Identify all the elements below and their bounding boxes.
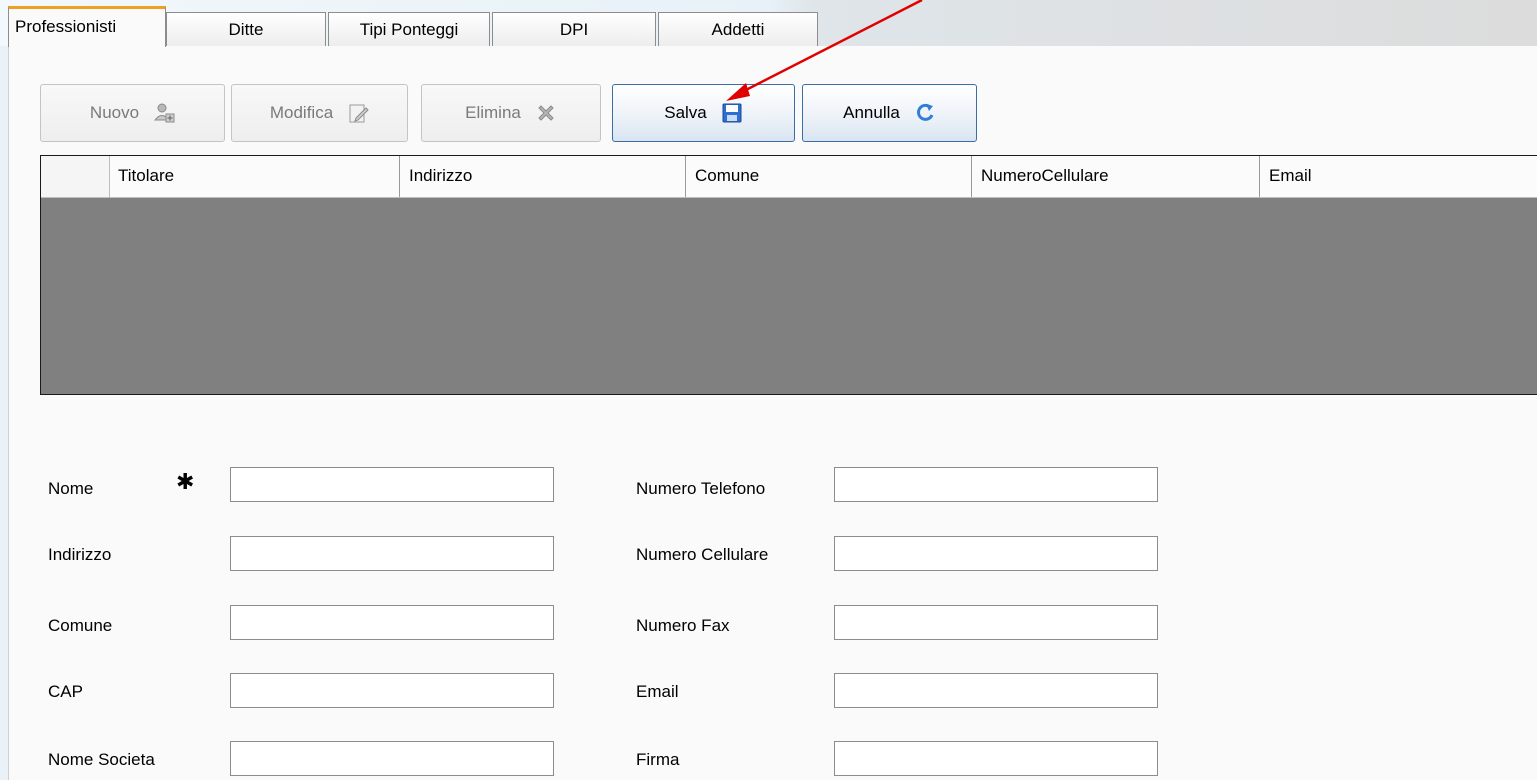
save-button[interactable]: Salva (612, 84, 795, 142)
email-label: Email (636, 682, 679, 701)
firma-label: Firma (636, 750, 680, 769)
cancel-button[interactable]: Annulla (802, 84, 977, 142)
indirizzo-input[interactable] (230, 536, 554, 571)
tab-professionisti[interactable]: Professionisti (8, 6, 166, 47)
new-button-label: Nuovo (89, 103, 140, 122)
nome-input[interactable] (230, 467, 554, 502)
comune-input[interactable] (230, 605, 554, 640)
delete-x-icon (538, 105, 554, 121)
column-header-comune[interactable]: Comune (685, 156, 971, 197)
grid-corner (41, 156, 110, 197)
firma-input[interactable] (834, 741, 1158, 776)
cancel-button-label: Annulla (843, 103, 900, 122)
edit-document-icon (349, 104, 369, 123)
grid-header: Titolare Indirizzo Comune NumeroCellular… (41, 156, 1537, 198)
numero-telefono-input[interactable] (834, 467, 1158, 502)
tab-tipi-ponteggi[interactable]: Tipi Ponteggi (328, 12, 490, 46)
column-header-numerocellulare[interactable]: NumeroCellulare (971, 156, 1259, 197)
indirizzo-label: Indirizzo (48, 545, 112, 564)
edit-button[interactable]: Modifica (231, 84, 408, 142)
comune-label: Comune (48, 616, 113, 635)
edit-button-label: Modifica (269, 103, 334, 122)
numero-telefono-label: Numero Telefono (636, 479, 766, 498)
delete-button[interactable]: Elimina (421, 84, 601, 142)
column-header-email[interactable]: Email (1259, 156, 1537, 197)
cap-label: CAP (48, 682, 83, 701)
numero-cellulare-input[interactable] (834, 536, 1158, 571)
tab-addetti[interactable]: Addetti (658, 12, 818, 46)
column-header-indirizzo[interactable]: Indirizzo (399, 156, 685, 197)
refresh-undo-icon (916, 103, 934, 121)
save-button-label: Salva (664, 103, 707, 122)
nome-societa-label: Nome Societa (48, 750, 155, 769)
data-grid[interactable]: Titolare Indirizzo Comune NumeroCellular… (40, 155, 1537, 395)
delete-button-label: Elimina (465, 103, 521, 122)
column-header-titolare[interactable]: Titolare (109, 156, 399, 197)
user-add-icon (154, 103, 175, 123)
nome-label: Nome (48, 479, 94, 498)
floppy-disk-icon (722, 103, 742, 123)
numero-fax-label: Numero Fax (636, 616, 730, 635)
nome-societa-input[interactable] (230, 741, 554, 776)
required-marker: ✱ (176, 469, 195, 494)
cap-input[interactable] (230, 673, 554, 708)
new-button[interactable]: Nuovo (40, 84, 225, 142)
email-input[interactable] (834, 673, 1158, 708)
tab-ditte[interactable]: Ditte (166, 12, 326, 46)
tab-dpi[interactable]: DPI (492, 12, 656, 46)
numero-fax-input[interactable] (834, 605, 1158, 640)
numero-cellulare-label: Numero Cellulare (636, 545, 769, 564)
tab-strip: Professionisti Ditte Tipi Ponteggi DPI A… (0, 0, 1537, 47)
